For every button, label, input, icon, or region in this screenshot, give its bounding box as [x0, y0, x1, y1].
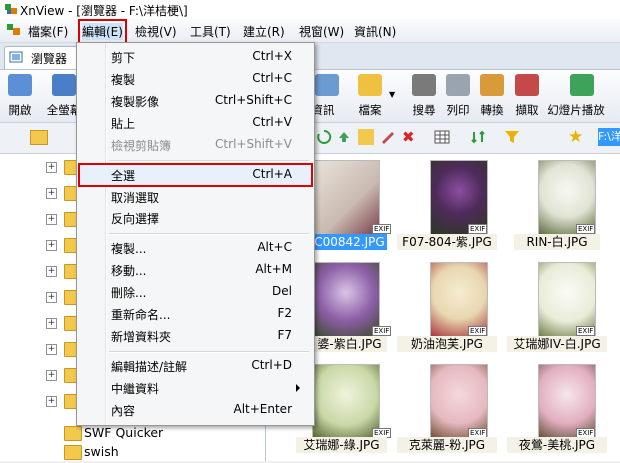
menu-view[interactable]: 檢視(V): [135, 23, 177, 40]
folder-icon: [64, 445, 82, 460]
delete-icon[interactable]: ✖: [402, 129, 418, 145]
menu-item-new-folder[interactable]: 新增資料夾 F7: [79, 325, 312, 347]
capture-button[interactable]: 擷取: [507, 72, 547, 120]
slideshow-icon: [570, 74, 594, 96]
menu-item-invert-selection[interactable]: 反向選擇: [79, 207, 312, 229]
thumbnail[interactable]: EXIF: [420, 160, 500, 240]
thumbnail-label[interactable]: 奶油泡芙.JPG: [397, 336, 497, 352]
thumbnail-label[interactable]: 婆-紫白.JPG: [312, 336, 387, 352]
favorites-star-icon[interactable]: ★: [568, 128, 586, 146]
menu-separator: [109, 160, 309, 162]
thumbnail-label[interactable]: C00842.JPG: [312, 234, 387, 250]
file-dropdown-icon[interactable]: ▼: [389, 90, 395, 99]
thumbnail-label[interactable]: 夜鶯-美桃.JPG: [507, 437, 607, 453]
exif-badge: EXIF: [468, 224, 488, 234]
view-mode-icon[interactable]: [434, 129, 450, 145]
printer-icon: [446, 74, 470, 96]
slideshow-label: 幻燈片播放: [547, 103, 605, 117]
menu-item-edit-description[interactable]: 編輯描述/註解 Ctrl+D: [79, 355, 312, 377]
open-icon: [8, 74, 32, 96]
folder-icon: [64, 426, 82, 441]
exif-badge: EXIF: [372, 224, 392, 234]
file-button[interactable]: 檔案: [350, 72, 390, 120]
thumbnail[interactable]: EXIF: [420, 364, 500, 444]
exif-badge: EXIF: [576, 224, 596, 234]
thumbnail[interactable]: EXIF: [420, 262, 500, 342]
title-bar: XnView - [瀏覽器 - F:\洋桔梗\]: [0, 0, 620, 19]
thumbnail-image: [312, 160, 380, 236]
menu-item-delete[interactable]: 刪除... Del: [79, 281, 312, 303]
open-button[interactable]: 開啟: [0, 72, 40, 120]
convert-icon: [480, 74, 504, 96]
address-field[interactable]: F:\洋: [598, 128, 620, 146]
folder-icon[interactable]: [30, 130, 48, 145]
thumbnail[interactable]: EXIF: [528, 160, 608, 240]
info-icon: [315, 74, 339, 96]
thumbnail[interactable]: EXIF: [312, 364, 392, 444]
thumbnail-label[interactable]: RIN-白.JPG: [514, 234, 600, 250]
menu-info[interactable]: 資訊(N): [354, 23, 396, 40]
menu-bar: 檔案(F) 編輯(E) 檢視(V) 工具(T) 建立(R) 視窗(W) 資訊(N…: [0, 19, 620, 44]
menu-item-copy-to[interactable]: 複製... Alt+C: [79, 237, 312, 259]
submenu-arrow-icon: [296, 384, 300, 392]
menu-item-deselect[interactable]: 取消選取: [79, 186, 312, 208]
menu-edit[interactable]: 編輯(E): [78, 19, 127, 44]
thumbnail-label[interactable]: 克萊麗-粉.JPG: [397, 437, 497, 453]
tab-browser[interactable]: 瀏覽器: [4, 46, 78, 69]
binoculars-icon: [412, 74, 436, 96]
fullscreen-icon: [52, 74, 76, 96]
menu-file[interactable]: 檔案(F): [28, 23, 68, 40]
refresh-icon[interactable]: [316, 129, 332, 145]
thumbnail-grid: EXIF C00842.JPG EXIF F07-804-紫.JPG EXIF …: [266, 154, 620, 461]
thumbnail-label[interactable]: 艾瑞娜IV-白.JPG: [507, 336, 607, 352]
menu-tools[interactable]: 工具(T): [190, 23, 231, 40]
menu-item-paste[interactable]: 貼上 Ctrl+V: [79, 112, 312, 134]
menu-separator: [109, 351, 309, 353]
menu-item-metadata[interactable]: 中繼資料: [79, 377, 312, 399]
file-icon: [358, 74, 382, 96]
thumbnail[interactable]: EXIF: [528, 364, 608, 444]
exif-badge: EXIF: [372, 326, 392, 336]
menu-create[interactable]: 建立(R): [243, 23, 285, 40]
thumbnail[interactable]: EXIF: [312, 262, 392, 342]
thumbnail-label[interactable]: 艾瑞娜-綠.JPG: [296, 437, 387, 453]
thumbnail-label[interactable]: F07-804-紫.JPG: [397, 234, 497, 250]
menu-separator: [109, 233, 309, 235]
menu-item-copy-image[interactable]: 複製影像 Ctrl+Shift+C: [79, 90, 312, 112]
xnview-app-icon: [4, 2, 18, 16]
menu-item-properties[interactable]: 內容 Alt+Enter: [79, 399, 312, 421]
app-menu-icon[interactable]: [6, 23, 22, 37]
filter-icon[interactable]: [504, 129, 520, 145]
menu-item-rename[interactable]: 重新命名... F2: [79, 303, 312, 325]
menu-item-cut[interactable]: 剪下 Ctrl+X: [79, 46, 312, 68]
camera-icon: [515, 74, 539, 96]
file-label: 檔案: [358, 103, 382, 117]
slideshow-button[interactable]: 幻燈片播放: [547, 72, 605, 120]
thumbnail[interactable]: EXIF: [312, 160, 392, 240]
new-folder-icon[interactable]: [358, 129, 374, 145]
sort-icon[interactable]: [470, 129, 486, 145]
up-folder-icon[interactable]: [336, 129, 352, 145]
edit-menu-dropdown: 剪下 Ctrl+X 複製 Ctrl+C 複製影像 Ctrl+Shift+C 貼上 Ctr…: [76, 42, 315, 426]
edit-icon[interactable]: [380, 129, 396, 145]
window-title: XnView - [瀏覽器 - F:\洋桔梗\]: [20, 4, 188, 18]
tree-item-label: swish: [84, 444, 119, 459]
menu-window[interactable]: 視窗(W): [299, 23, 344, 40]
browser-tab-icon: [9, 50, 23, 64]
menu-item-copy[interactable]: 複製 Ctrl+C: [79, 68, 312, 90]
thumbnail-image: [312, 262, 380, 338]
tree-item-label: SWF Quicker: [84, 425, 164, 440]
tab-browser-label: 瀏覽器: [31, 52, 68, 66]
thumbnail[interactable]: EXIF: [528, 262, 608, 342]
exif-badge: EXIF: [576, 326, 596, 336]
menu-item-move-to[interactable]: 移動... Alt+M: [79, 259, 312, 281]
thumbnail-image: [312, 364, 380, 440]
exif-badge: EXIF: [468, 326, 488, 336]
menu-item-select-all[interactable]: 全選 Ctrl+A: [78, 163, 313, 187]
menu-item-view-clipboard[interactable]: 檢視剪貼簿 Ctrl+Shift+V: [79, 134, 312, 156]
